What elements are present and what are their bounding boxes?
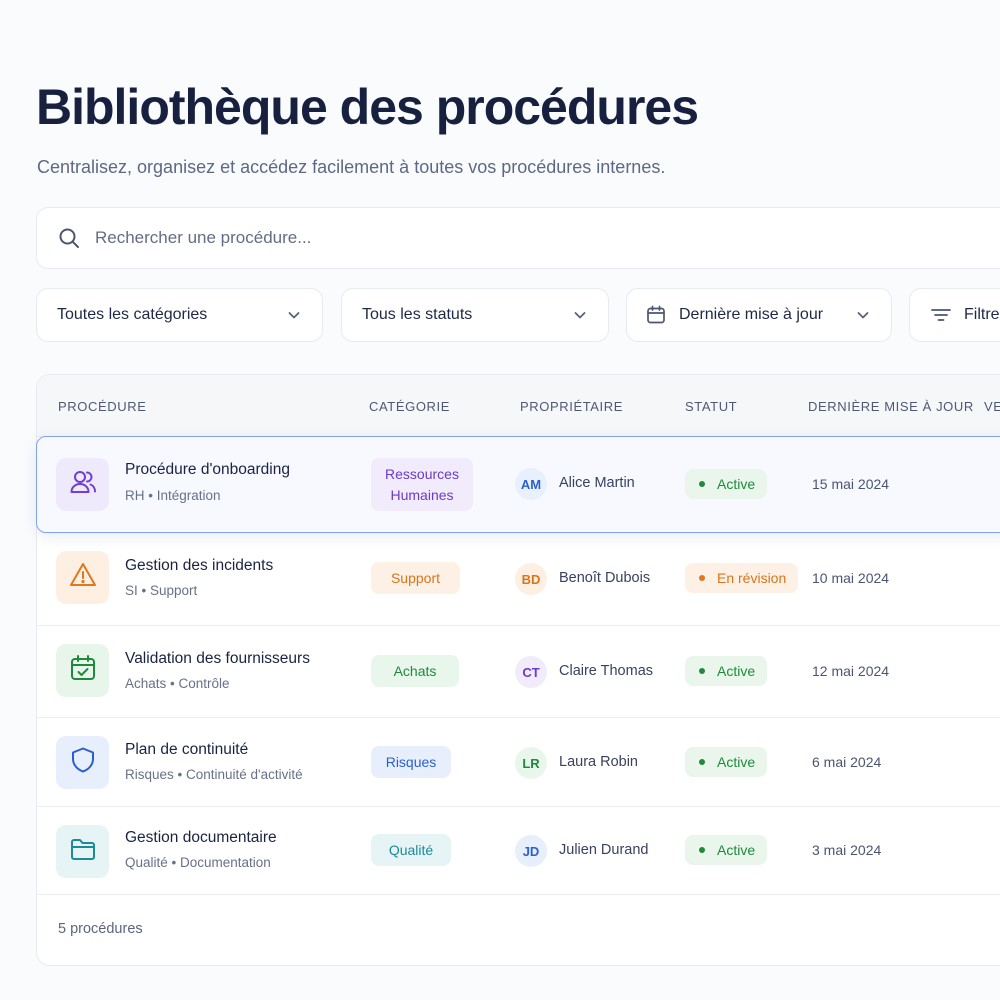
procedure-name[interactable]: Validation des fournisseurs [125, 650, 310, 668]
status-dot [699, 668, 705, 674]
procedure-name[interactable]: Procédure d'onboarding [125, 461, 290, 479]
category-badge: Risques [371, 746, 451, 778]
table-row[interactable]: Gestion documentaire Qualité • Documenta… [37, 807, 1000, 895]
owner-name: Claire Thomas [559, 663, 654, 679]
procedures-page: Bibliothèque des procédures Centralisez,… [0, 0, 1000, 1000]
search-bar[interactable] [36, 207, 1000, 269]
avatar: JD [515, 835, 547, 867]
category-filter-label: Toutes les catégories [57, 306, 208, 323]
status-label: En révision [717, 570, 787, 586]
procedure-name[interactable]: Gestion des incidents [125, 557, 273, 575]
status-badge: Active [685, 656, 768, 686]
status-badge: Active [685, 747, 768, 777]
category-badge: Achats [371, 655, 459, 687]
category-badge: Ressources Humaines [371, 458, 473, 511]
avatar: CT [515, 656, 547, 688]
warning-icon [68, 560, 98, 595]
procedure-subtitle: RH • Intégration [125, 488, 221, 503]
status-badge: En révision [685, 563, 799, 593]
status-dot [699, 481, 705, 487]
updated-date: 10 mai 2024 [812, 570, 890, 586]
status-badge: Active [685, 835, 768, 865]
shield-icon [68, 745, 98, 780]
status-filter-label: Tous les statuts [362, 306, 473, 323]
updated-date: 6 mai 2024 [812, 754, 882, 770]
search-icon [57, 226, 81, 250]
status-filter[interactable]: Tous les statuts [341, 288, 609, 342]
column-header-version[interactable]: VE [984, 399, 1000, 414]
updated-date: 12 mai 2024 [812, 663, 890, 679]
category-badge: Qualité [371, 834, 451, 866]
column-header-procedure[interactable]: PROCÉDURE [58, 399, 146, 414]
table-row[interactable]: Plan de continuité Risques • Continuité … [37, 718, 1000, 807]
owner-name: Laura Robin [559, 754, 638, 770]
avatar: BD [515, 563, 547, 595]
more-filters-label: Filtres [964, 306, 1000, 323]
page-subtitle: Centralisez, organisez et accédez facile… [37, 157, 666, 177]
calendar-check-icon [68, 653, 98, 688]
procedure-subtitle: Achats • Contrôle [125, 676, 230, 691]
row-icon-box [56, 825, 109, 878]
owner-name: Alice Martin [559, 475, 635, 491]
chevron-down-icon [855, 307, 871, 323]
category-badge: Support [371, 562, 460, 594]
owner-name: Julien Durand [559, 842, 649, 858]
more-filters-button[interactable]: Filtres [909, 288, 1000, 342]
procedure-name[interactable]: Plan de continuité [125, 741, 248, 759]
search-input[interactable] [95, 228, 795, 248]
avatar: LR [515, 747, 547, 779]
row-icon-box [56, 458, 109, 511]
status-badge: Active [685, 469, 768, 499]
column-header-owner[interactable]: PROPRIÉTAIRE [520, 399, 623, 414]
status-dot [699, 575, 705, 581]
procedure-name[interactable]: Gestion documentaire [125, 829, 277, 847]
owner-name: Benoît Dubois [559, 570, 651, 586]
folder-icon [68, 834, 98, 869]
procedure-subtitle: Qualité • Documentation [125, 855, 271, 870]
table-row[interactable]: Gestion des incidents SI • Support Suppo… [37, 533, 1000, 626]
column-header-category[interactable]: CATÉGORIE [369, 399, 450, 414]
table-row[interactable]: Procédure d'onboarding RH • Intégration … [36, 436, 1000, 533]
table-row[interactable]: Validation des fournisseurs Achats • Con… [37, 626, 1000, 718]
updated-filter[interactable]: Dernière mise à jour [626, 288, 892, 342]
status-dot [699, 847, 705, 853]
chevron-down-icon [286, 307, 302, 323]
row-icon-box [56, 736, 109, 789]
page-title: Bibliothèque des procédures [36, 79, 699, 135]
status-label: Active [717, 842, 756, 858]
row-icon-box [56, 551, 109, 604]
procedure-subtitle: SI • Support [125, 583, 198, 598]
row-divider [37, 894, 1000, 895]
updated-date: 3 mai 2024 [812, 842, 882, 858]
row-icon-box [56, 644, 109, 697]
status-dot [699, 759, 705, 765]
procedure-subtitle: Risques • Continuité d'activité [125, 767, 303, 782]
table-header: PROCÉDURE CATÉGORIE PROPRIÉTAIRE STATUT … [37, 375, 1000, 437]
filter-icon [930, 304, 952, 326]
updated-date: 15 mai 2024 [812, 476, 890, 492]
column-header-updated[interactable]: DERNIÈRE MISE À JOUR [808, 399, 974, 414]
avatar: AM [515, 468, 547, 500]
status-label: Active [717, 754, 756, 770]
status-label: Active [717, 476, 756, 492]
procedures-table: PROCÉDURE CATÉGORIE PROPRIÉTAIRE STATUT … [36, 374, 1000, 966]
users-icon [68, 467, 98, 502]
updated-filter-label: Dernière mise à jour [679, 306, 824, 323]
status-label: Active [717, 663, 756, 679]
column-header-status[interactable]: STATUT [685, 399, 737, 414]
calendar-icon [645, 304, 667, 326]
results-count: 5 procédures [58, 921, 143, 937]
category-filter[interactable]: Toutes les catégories [36, 288, 323, 342]
chevron-down-icon [572, 307, 588, 323]
